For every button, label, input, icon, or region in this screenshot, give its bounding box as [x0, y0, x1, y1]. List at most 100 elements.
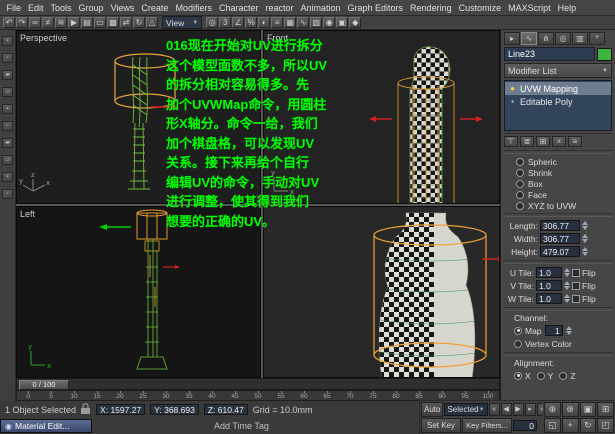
modifier-stack-item[interactable]: ●UVW Mapping — [505, 82, 611, 95]
side-tool-icon[interactable]: ▱ — [2, 155, 13, 165]
tile-value-field[interactable]: 1.0 — [536, 293, 562, 304]
next-frame-button[interactable]: ▸ — [525, 403, 536, 416]
select-and-link-icon[interactable]: ∞ — [29, 17, 41, 28]
side-tool-icon[interactable]: ▱ — [2, 87, 13, 97]
radio-button[interactable] — [559, 372, 567, 380]
menu-help[interactable]: Help — [554, 3, 580, 13]
viewport-front[interactable]: Front — [263, 30, 500, 204]
modify-tab[interactable]: ∿ — [521, 32, 537, 45]
mapping-option[interactable]: Shrink — [504, 167, 612, 178]
side-tool-icon[interactable]: ▪ — [2, 104, 13, 114]
menu-tools[interactable]: Tools — [47, 3, 75, 13]
zoom-region-icon[interactable]: ◱ — [544, 418, 561, 433]
reference-coordinate-dropdown[interactable]: View ▼ — [162, 16, 202, 29]
rectangular-selection-icon[interactable]: ▭ — [94, 17, 106, 28]
viewport-left[interactable]: Left — [16, 206, 261, 378]
previous-frame-button[interactable]: ◀ — [501, 403, 512, 416]
menu-rendering[interactable]: Rendering — [407, 3, 456, 13]
time-slider-track[interactable]: 0 / 100 — [16, 378, 500, 390]
select-and-move-icon[interactable]: ⇄ — [120, 17, 132, 28]
radio-button[interactable] — [516, 191, 524, 199]
coordinate-z-field[interactable]: Z: 610.47 — [204, 404, 248, 415]
side-tool-icon[interactable]: ▰ — [2, 138, 13, 148]
object-name-field[interactable]: Line23 — [504, 47, 595, 61]
pin-stack-icon[interactable]: ⊤ — [504, 136, 518, 147]
percent-snap-icon[interactable]: % — [245, 17, 257, 28]
select-by-name-icon[interactable]: ▤ — [81, 17, 93, 28]
spinner-control[interactable] — [566, 326, 572, 335]
modifier-stack-item[interactable]: ▪Editable Poly — [505, 95, 611, 108]
menu-customize[interactable]: Customize — [455, 3, 505, 13]
undo-icon[interactable]: ↶ — [3, 17, 15, 28]
layer-manager-icon[interactable]: ▦ — [284, 17, 296, 28]
side-tool-icon[interactable]: ▪ — [2, 172, 13, 182]
snap-3d-icon[interactable]: 3 — [219, 17, 231, 28]
schematic-view-icon[interactable]: ▧ — [310, 17, 322, 28]
zoom-all-icon[interactable]: ⊛ — [562, 402, 579, 417]
redo-icon[interactable]: ↷ — [16, 17, 28, 28]
coordinate-y-field[interactable]: Y: 368.693 — [150, 404, 199, 415]
menu-reactor[interactable]: reactor — [262, 3, 297, 13]
select-and-rotate-icon[interactable]: ↻ — [133, 17, 145, 28]
vertex-color-radio[interactable] — [514, 340, 522, 348]
side-tool-icon[interactable]: ▫ — [2, 121, 13, 131]
spinner-control[interactable] — [582, 221, 588, 230]
key-filters-button[interactable]: Key Filters... — [462, 418, 512, 433]
tile-value-field[interactable]: 1.0 — [536, 267, 562, 278]
curve-editor-icon[interactable]: ∿ — [297, 17, 309, 28]
viewport-label-left[interactable]: Left — [20, 209, 35, 219]
selection-lock-icon[interactable] — [81, 403, 91, 416]
modifier-list-dropdown[interactable]: Modifier List ▼ — [504, 63, 612, 78]
unlink-selection-icon[interactable]: ≠ — [42, 17, 54, 28]
alignment-option[interactable]: Z — [559, 371, 575, 381]
alignment-option[interactable]: Y — [537, 371, 554, 381]
menu-create[interactable]: Create — [138, 3, 172, 13]
zoom-extents-all-icon[interactable]: ⊞ — [597, 402, 614, 417]
dimension-value-field[interactable]: 479.07 — [540, 246, 580, 257]
select-object-icon[interactable]: ▶ — [68, 17, 80, 28]
flip-checkbox[interactable] — [572, 295, 580, 303]
side-tool-icon[interactable]: ▫ — [2, 53, 13, 63]
auto-key-button[interactable]: Auto Key — [421, 402, 443, 417]
mapping-option[interactable]: Spheric — [504, 156, 612, 167]
motion-tab[interactable]: ◎ — [555, 32, 571, 45]
spinner-control[interactable] — [582, 234, 588, 243]
viewport-label-front[interactable]: Front — [267, 33, 288, 43]
map-channel-value[interactable]: 1 — [545, 325, 563, 336]
radio-button[interactable] — [516, 169, 524, 177]
radio-button[interactable] — [514, 372, 522, 380]
utilities-tab[interactable]: * — [589, 32, 605, 45]
modifier-bulb-icon[interactable]: ● — [508, 84, 517, 93]
spinner-control[interactable] — [564, 268, 570, 277]
viewport-label-perspective[interactable]: Perspective — [20, 33, 67, 43]
viewport-perspective[interactable]: Perspective — [16, 30, 261, 204]
window-crossing-icon[interactable]: ▩ — [107, 17, 119, 28]
go-to-start-button[interactable]: « — [489, 403, 500, 416]
editable-poly-icon[interactable]: ▪ — [508, 97, 517, 106]
object-color-swatch[interactable] — [597, 48, 612, 61]
dimension-value-field[interactable]: 306.77 — [540, 220, 580, 231]
render-icon[interactable]: ◆ — [349, 17, 361, 28]
dimension-value-field[interactable]: 306.77 — [540, 233, 580, 244]
side-tool-icon[interactable]: ▪ — [2, 36, 13, 46]
side-tool-icon[interactable]: ▫ — [2, 189, 13, 199]
tile-value-field[interactable]: 1.0 — [536, 280, 562, 291]
radio-button[interactable] — [516, 180, 524, 188]
coordinate-x-field[interactable]: X: 1597.27 — [96, 404, 145, 415]
use-pivot-center-icon[interactable]: ◎ — [206, 17, 218, 28]
render-setup-icon[interactable]: ▣ — [336, 17, 348, 28]
create-tab[interactable]: ▸ — [504, 32, 520, 45]
alignment-option[interactable]: X — [514, 371, 531, 381]
menu-edit[interactable]: Edit — [25, 3, 48, 13]
play-button[interactable]: ▶ — [513, 403, 524, 416]
align-icon[interactable]: ≡ — [271, 17, 283, 28]
remove-modifier-icon[interactable]: × — [552, 136, 566, 147]
menu-file[interactable]: File — [3, 3, 25, 13]
mapping-option[interactable]: XYZ to UVW — [504, 200, 612, 211]
side-tool-icon[interactable]: ▰ — [2, 70, 13, 80]
mirror-icon[interactable]: ◐ — [258, 17, 270, 28]
select-and-scale-icon[interactable]: △ — [146, 17, 158, 28]
radio-button[interactable] — [516, 202, 524, 210]
spinner-control[interactable] — [564, 294, 570, 303]
show-end-result-icon[interactable]: ≣ — [520, 136, 534, 147]
